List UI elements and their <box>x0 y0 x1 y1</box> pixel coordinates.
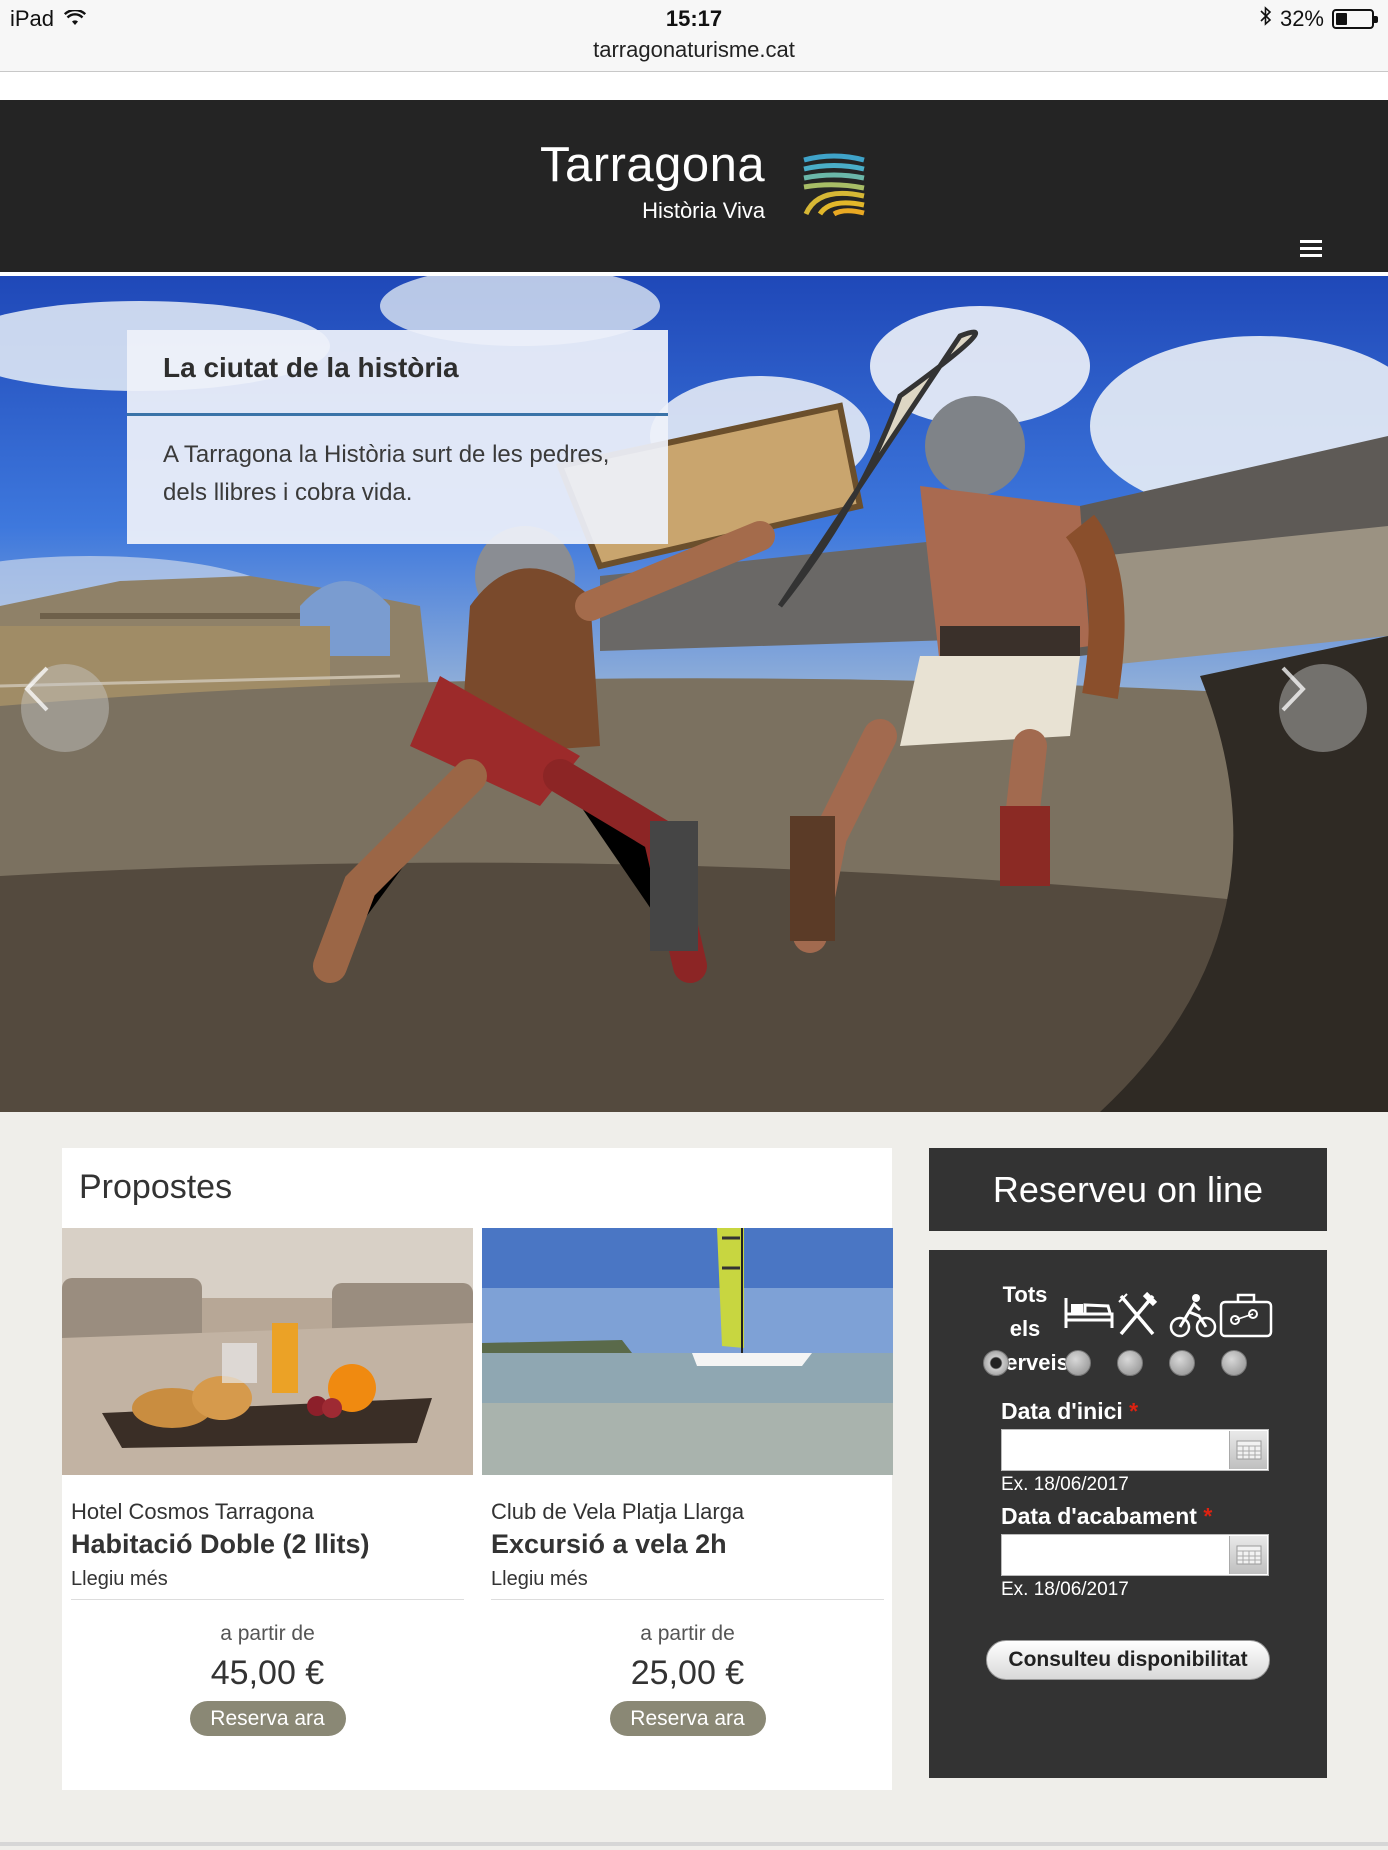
proposals-title: Propostes <box>79 1168 233 1206</box>
card-price: 45,00 € <box>210 1654 325 1692</box>
suitcase-icon <box>1219 1292 1273 1343</box>
brand-subtitle: Història Viva <box>642 198 766 223</box>
required-mark: * <box>1203 1503 1213 1529</box>
service-radio-all[interactable] <box>983 1350 1009 1376</box>
header-spacer <box>0 72 1388 100</box>
read-more-link[interactable]: Llegiu més <box>491 1568 884 1600</box>
proposal-card: Hotel Cosmos Tarragona Habitació Doble (… <box>62 1228 473 1736</box>
battery-percent: 32% <box>1279 6 1324 31</box>
price-prefix: a partir de <box>640 1622 735 1645</box>
breakfast-image[interactable] <box>62 1228 473 1475</box>
start-date-label: Data d'inici * <box>1001 1398 1138 1425</box>
read-more-link[interactable]: Llegiu més <box>71 1568 464 1600</box>
card-price: 25,00 € <box>630 1654 745 1692</box>
cutlery-icon <box>1115 1291 1159 1341</box>
start-date-hint: Ex. 18/06/2017 <box>1001 1474 1129 1495</box>
brand-title: Tarragona <box>540 138 766 192</box>
required-mark: * <box>1129 1398 1139 1424</box>
browser-status-bar: iPad 15:17 tarragonaturisme.cat 32% <box>0 0 1388 72</box>
service-radio-activities[interactable] <box>1169 1350 1195 1376</box>
service-radio-accommodation[interactable] <box>1065 1350 1091 1376</box>
check-availability-button[interactable]: Consulteu disponibilitat <box>986 1640 1270 1680</box>
next-slide-button[interactable] <box>1279 664 1367 752</box>
book-now-button[interactable]: Reserva ara <box>189 1701 346 1736</box>
footer-divider <box>0 1842 1388 1846</box>
prev-slide-button[interactable] <box>21 664 109 752</box>
service-radio-restaurants[interactable] <box>1117 1350 1143 1376</box>
booking-title: Reserveu on line <box>929 1148 1327 1231</box>
start-date-label-text: Data d'inici <box>1001 1398 1123 1424</box>
site-header: Tarragona Història Viva <box>0 100 1388 272</box>
battery-icon <box>1332 9 1378 29</box>
proposals-panel: Propostes Hotel Cosmos Tarragona Habitac… <box>62 1148 893 1790</box>
sailing-image[interactable] <box>482 1228 893 1475</box>
calendar-icon[interactable] <box>1229 1431 1267 1469</box>
book-now-button[interactable]: Reserva ara <box>609 1701 766 1736</box>
card-provider: Club de Vela Platja Llarga <box>491 1499 745 1524</box>
proposal-card: Club de Vela Platja Llarga Excursió a ve… <box>482 1228 893 1736</box>
bed-icon <box>1063 1292 1115 1337</box>
price-prefix: a partir de <box>220 1622 315 1645</box>
service-radio-packages[interactable] <box>1221 1350 1247 1376</box>
end-date-label: Data d'acabament * <box>1001 1503 1212 1530</box>
menu-icon[interactable] <box>1300 240 1322 258</box>
caption-title: La ciutat de la història <box>127 330 668 416</box>
bluetooth-icon <box>1260 6 1272 32</box>
end-date-hint: Ex. 18/06/2017 <box>1001 1579 1129 1600</box>
address-bar-url[interactable]: tarragonaturisme.cat <box>0 37 1388 63</box>
clock: 15:17 <box>665 6 723 31</box>
status-right: 32% <box>1260 6 1378 32</box>
caption-text: A Tarragona la Història surt de les pedr… <box>163 441 610 506</box>
booking-form: Tots els serveis Data d'inici * Ex. 18/0… <box>929 1250 1327 1778</box>
battery-level <box>1336 13 1347 25</box>
start-date-input[interactable] <box>1001 1429 1269 1471</box>
card-provider: Hotel Cosmos Tarragona <box>71 1499 314 1524</box>
brand[interactable]: Tarragona Història Viva <box>540 138 765 224</box>
cyclist-icon <box>1169 1292 1217 1343</box>
hero-slider: La ciutat de la història A Tarragona la … <box>0 276 1388 1112</box>
tarragona-logo-icon[interactable] <box>800 152 868 223</box>
calendar-icon[interactable] <box>1229 1536 1267 1574</box>
end-date-label-text: Data d'acabament <box>1001 1503 1197 1529</box>
end-date-input[interactable] <box>1001 1534 1269 1576</box>
hero-caption: La ciutat de la història A Tarragona la … <box>127 330 668 544</box>
card-name[interactable]: Habitació Doble (2 llits) <box>71 1529 464 1560</box>
card-name[interactable]: Excursió a vela 2h <box>491 1529 884 1560</box>
